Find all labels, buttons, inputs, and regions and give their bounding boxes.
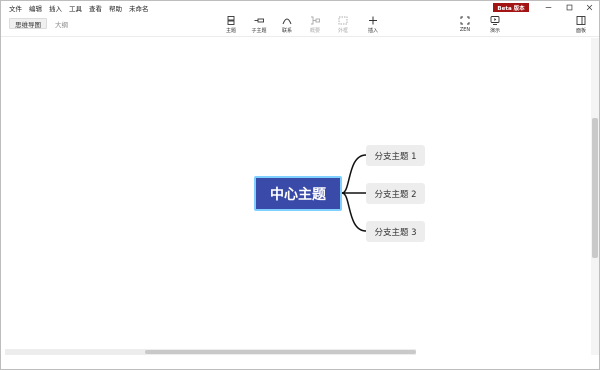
subtopic-label: 子主题 — [251, 28, 267, 34]
topic-label: 主题 — [225, 28, 236, 34]
menu-tools[interactable]: 工具 — [69, 3, 82, 13]
insert-label: 插入 — [367, 28, 378, 34]
vertical-scroll-thumb[interactable] — [592, 118, 598, 258]
close-icon — [586, 4, 592, 10]
subtopic-button[interactable]: 子主题 — [247, 15, 271, 36]
document-title: 未命名 — [129, 4, 149, 13]
tab-mindmap[interactable]: 思维导图 — [9, 18, 47, 29]
branch-topic-2[interactable]: 分支主题 2 — [366, 183, 425, 204]
topic-button[interactable]: 主题 — [219, 15, 243, 36]
insert-button[interactable]: 插入 — [361, 15, 385, 36]
relationship-button[interactable]: 联系 — [275, 15, 299, 36]
topic-icon — [225, 15, 237, 26]
branch-topic-3[interactable]: 分支主题 3 — [366, 221, 425, 242]
summary-icon — [309, 15, 321, 26]
present-icon — [489, 15, 501, 26]
plus-icon — [367, 15, 379, 26]
maximize-button[interactable] — [559, 1, 579, 13]
minimize-button[interactable] — [538, 1, 558, 13]
toolbar: 思维导图 大纲 主题 子主题 联系 概要 外框 插入 ZEN 演示 面板 — [1, 14, 599, 37]
menu-view[interactable]: 查看 — [89, 3, 102, 13]
panel-label: 面板 — [575, 28, 586, 34]
connector-branch-3 — [341, 192, 367, 232]
central-topic[interactable]: 中心主题 — [254, 176, 342, 211]
horizontal-scrollbar[interactable] — [5, 349, 416, 355]
boundary-icon — [337, 15, 349, 26]
menu-insert[interactable]: 插入 — [49, 3, 62, 13]
present-label: 演示 — [489, 28, 500, 34]
beta-badge: Beta 版本 — [493, 3, 529, 12]
app-window: 文件 编辑 插入 工具 查看 帮助 未命名 Beta 版本 思维导图 大纲 主题 — [0, 0, 600, 370]
central-topic-label: 中心主题 — [270, 186, 326, 203]
subtopic-icon — [253, 15, 265, 26]
tab-outline[interactable]: 大纲 — [50, 18, 73, 29]
minimize-icon — [545, 6, 551, 8]
fullscreen-icon — [459, 15, 471, 26]
maximize-icon — [566, 4, 572, 10]
boundary-button[interactable]: 外框 — [331, 15, 355, 36]
horizontal-scroll-thumb[interactable] — [145, 350, 416, 354]
mindmap-canvas[interactable]: 中心主题 分支主题 1 分支主题 2 分支主题 3 — [1, 38, 599, 355]
panel-button[interactable]: 面板 — [569, 15, 593, 36]
close-button[interactable] — [579, 1, 599, 13]
summary-label: 概要 — [309, 28, 320, 34]
zen-label: ZEN — [459, 27, 471, 33]
menu-help[interactable]: 帮助 — [109, 3, 122, 13]
branch-topic-1[interactable]: 分支主题 1 — [366, 145, 425, 166]
connector-branch-1 — [341, 154, 367, 194]
present-button[interactable]: 演示 — [483, 15, 507, 36]
relationship-icon — [281, 15, 293, 26]
view-tabs: 思维导图 大纲 — [9, 18, 76, 29]
panel-icon — [575, 15, 587, 26]
menu-edit[interactable]: 编辑 — [29, 3, 42, 13]
summary-button[interactable]: 概要 — [303, 15, 327, 36]
vertical-scrollbar[interactable] — [591, 38, 599, 355]
relationship-label: 联系 — [281, 28, 292, 34]
zen-button[interactable]: ZEN — [453, 15, 477, 36]
boundary-label: 外框 — [337, 28, 348, 34]
menu-file[interactable]: 文件 — [9, 3, 22, 13]
